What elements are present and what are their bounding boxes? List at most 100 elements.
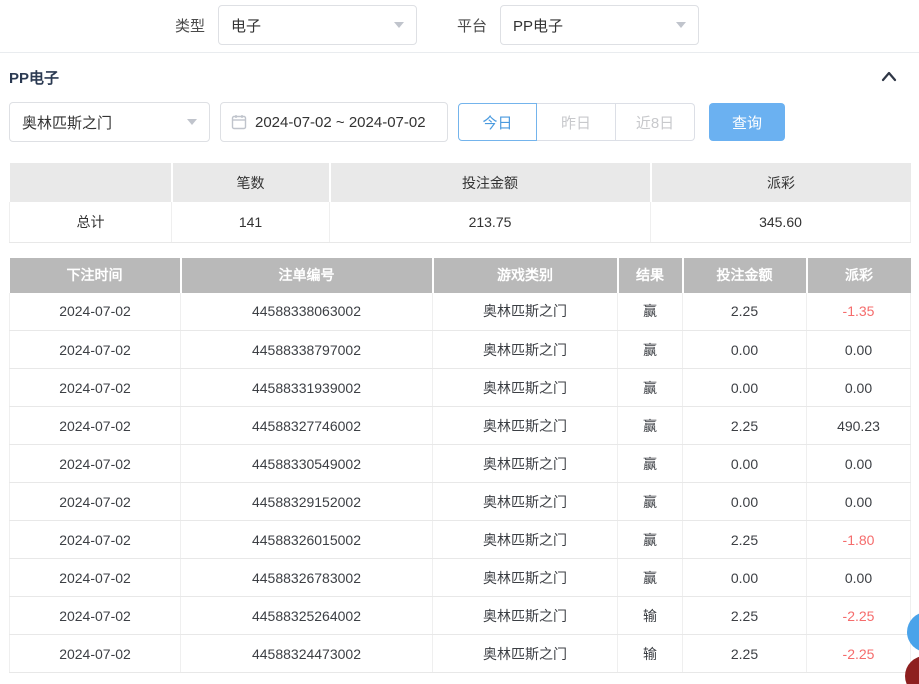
cell-bet-time: 2024-07-02 xyxy=(10,407,181,445)
today-button[interactable]: 今日 xyxy=(458,103,537,141)
platform-label: 平台 xyxy=(457,15,487,36)
page: 类型 电子 平台 PP电子 PP电子 奥林匹斯之门 xyxy=(0,0,919,684)
detail-header-payout: 派彩 xyxy=(807,258,911,293)
table-row: 2024-07-02 44588331939002 奥林匹斯之门 赢 0.00 … xyxy=(10,369,911,407)
chevron-down-icon xyxy=(187,119,197,125)
cell-payout: 490.23 xyxy=(807,407,911,445)
cell-bet-amount: 2.25 xyxy=(683,597,807,635)
cell-game-type: 奥林匹斯之门 xyxy=(433,483,618,521)
cell-game-type: 奥林匹斯之门 xyxy=(433,559,618,597)
summary-header-bet-amount: 投注金额 xyxy=(330,163,651,202)
cell-order-id: 44588329152002 xyxy=(181,483,433,521)
cell-game-type: 奥林匹斯之门 xyxy=(433,293,618,331)
cell-result: 赢 xyxy=(618,369,683,407)
section-header: PP电子 xyxy=(0,63,919,91)
detail-header-order-id: 注单编号 xyxy=(181,258,433,293)
cell-bet-amount: 2.25 xyxy=(683,293,807,331)
cell-bet-time: 2024-07-02 xyxy=(10,521,181,559)
cell-payout: 0.00 xyxy=(807,483,911,521)
cell-bet-time: 2024-07-02 xyxy=(10,331,181,369)
summary-total-label: 总计 xyxy=(10,202,172,242)
platform-select-value: PP电子 xyxy=(513,15,563,36)
cell-order-id: 44588338063002 xyxy=(181,293,433,331)
cell-order-id: 44588325264002 xyxy=(181,597,433,635)
table-row: 2024-07-02 44588338063002 奥林匹斯之门 赢 2.25 … xyxy=(10,293,911,331)
cell-game-type: 奥林匹斯之门 xyxy=(433,369,618,407)
cell-payout: 0.00 xyxy=(807,331,911,369)
game-select[interactable]: 奥林匹斯之门 xyxy=(9,102,210,142)
quick-range-group: 今日 昨日 近8日 xyxy=(458,103,695,141)
cell-order-id: 44588326015002 xyxy=(181,521,433,559)
divider xyxy=(0,52,919,53)
calendar-icon xyxy=(231,114,247,130)
summary-table: 笔数 投注金额 派彩 总计 141 213.75 345.60 xyxy=(9,163,911,243)
cell-payout: 0.00 xyxy=(807,559,911,597)
cell-payout: 0.00 xyxy=(807,445,911,483)
cell-bet-time: 2024-07-02 xyxy=(10,559,181,597)
table-row: 2024-07-02 44588324473002 奥林匹斯之门 输 2.25 … xyxy=(10,635,911,673)
cell-order-id: 44588327746002 xyxy=(181,407,433,445)
summary-header-payout: 派彩 xyxy=(651,163,911,202)
yesterday-button[interactable]: 昨日 xyxy=(537,103,616,141)
summary-total-payout: 345.60 xyxy=(651,202,911,242)
cell-payout: -1.80 xyxy=(807,521,911,559)
detail-header-bet-time: 下注时间 xyxy=(10,258,181,293)
table-row: 2024-07-02 44588327746002 奥林匹斯之门 赢 2.25 … xyxy=(10,407,911,445)
summary-header-empty xyxy=(10,163,172,202)
cell-bet-time: 2024-07-02 xyxy=(10,445,181,483)
game-select-value: 奥林匹斯之门 xyxy=(22,112,112,133)
detail-header-row: 下注时间 注单编号 游戏类别 结果 投注金额 派彩 xyxy=(10,258,911,293)
cell-result: 赢 xyxy=(618,293,683,331)
summary-total-row: 总计 141 213.75 345.60 xyxy=(10,202,911,242)
chevron-down-icon xyxy=(394,22,404,28)
cell-game-type: 奥林匹斯之门 xyxy=(433,521,618,559)
section-title: PP电子 xyxy=(9,67,59,88)
cell-bet-amount: 0.00 xyxy=(683,559,807,597)
cell-bet-amount: 0.00 xyxy=(683,445,807,483)
cell-result: 输 xyxy=(618,635,683,673)
cell-bet-amount: 0.00 xyxy=(683,331,807,369)
platform-select[interactable]: PP电子 xyxy=(500,5,699,45)
cell-payout: -1.35 xyxy=(807,293,911,331)
cell-result: 赢 xyxy=(618,483,683,521)
detail-header-game-type: 游戏类别 xyxy=(433,258,618,293)
cell-order-id: 44588338797002 xyxy=(181,331,433,369)
type-select[interactable]: 电子 xyxy=(218,5,417,45)
table-row: 2024-07-02 44588325264002 奥林匹斯之门 输 2.25 … xyxy=(10,597,911,635)
cell-bet-time: 2024-07-02 xyxy=(10,483,181,521)
type-select-value: 电子 xyxy=(231,15,261,36)
summary-header-count: 笔数 xyxy=(172,163,330,202)
cell-bet-amount: 2.25 xyxy=(683,407,807,445)
table-row: 2024-07-02 44588330549002 奥林匹斯之门 赢 0.00 … xyxy=(10,445,911,483)
cell-order-id: 44588326783002 xyxy=(181,559,433,597)
cell-order-id: 44588330549002 xyxy=(181,445,433,483)
cell-payout: 0.00 xyxy=(807,369,911,407)
last-8-days-button[interactable]: 近8日 xyxy=(616,103,695,141)
cell-bet-amount: 0.00 xyxy=(683,369,807,407)
filter-row: 奥林匹斯之门 2024-07-02 ~ 2024-07-02 今日 昨日 近8日… xyxy=(9,102,919,142)
cell-result: 赢 xyxy=(618,559,683,597)
table-row: 2024-07-02 44588338797002 奥林匹斯之门 赢 0.00 … xyxy=(10,331,911,369)
cell-bet-time: 2024-07-02 xyxy=(10,635,181,673)
cell-bet-amount: 0.00 xyxy=(683,483,807,521)
cell-result: 赢 xyxy=(618,407,683,445)
cell-result: 输 xyxy=(618,597,683,635)
table-row: 2024-07-02 44588326783002 奥林匹斯之门 赢 0.00 … xyxy=(10,559,911,597)
cell-payout: -2.25 xyxy=(807,597,911,635)
detail-table-body: 2024-07-02 44588338063002 奥林匹斯之门 赢 2.25 … xyxy=(10,293,911,673)
cell-bet-amount: 2.25 xyxy=(683,521,807,559)
cell-result: 赢 xyxy=(618,521,683,559)
cell-bet-time: 2024-07-02 xyxy=(10,597,181,635)
cell-order-id: 44588331939002 xyxy=(181,369,433,407)
query-button[interactable]: 查询 xyxy=(709,103,785,141)
cell-game-type: 奥林匹斯之门 xyxy=(433,597,618,635)
chevron-down-icon xyxy=(676,22,686,28)
table-row: 2024-07-02 44588329152002 奥林匹斯之门 赢 0.00 … xyxy=(10,483,911,521)
cell-bet-time: 2024-07-02 xyxy=(10,293,181,331)
cell-game-type: 奥林匹斯之门 xyxy=(433,635,618,673)
cell-payout: -2.25 xyxy=(807,635,911,673)
collapse-chevron-up-icon[interactable] xyxy=(880,68,898,86)
cell-result: 赢 xyxy=(618,331,683,369)
date-range-picker[interactable]: 2024-07-02 ~ 2024-07-02 xyxy=(220,102,448,142)
table-row: 2024-07-02 44588326015002 奥林匹斯之门 赢 2.25 … xyxy=(10,521,911,559)
